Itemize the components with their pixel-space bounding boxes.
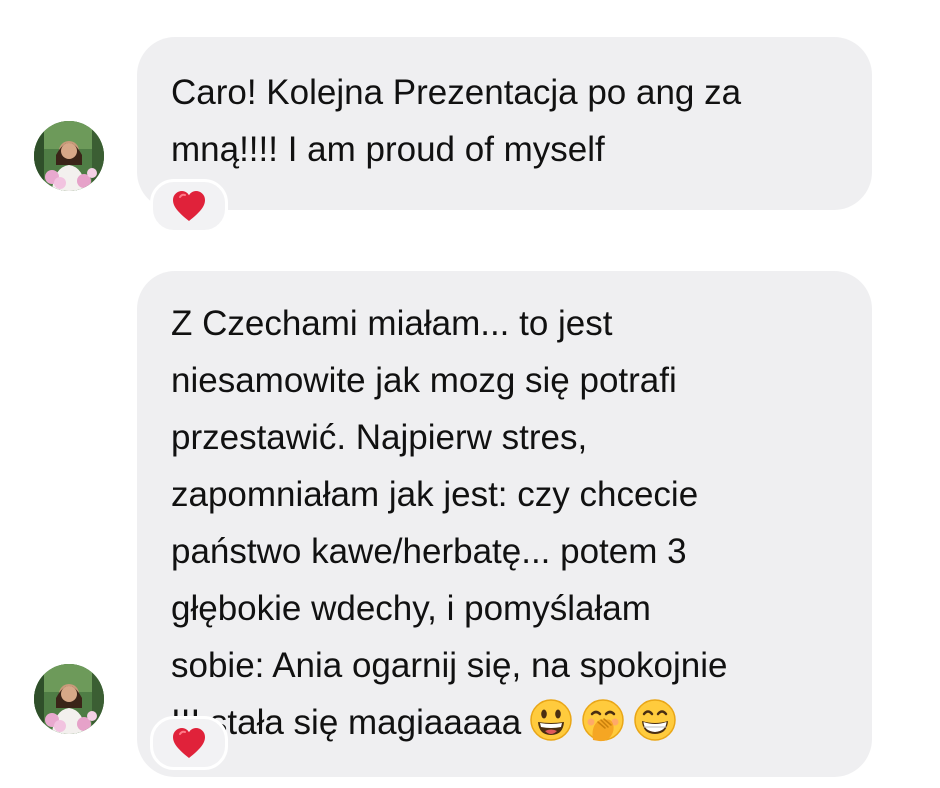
heart-icon (173, 191, 205, 221)
message-text-line: niesamowite jak mozg się potrafi (171, 361, 677, 400)
message-text-line: zapomniałam jak jest: czy chcecie (171, 475, 699, 514)
message-text-line: sobie: Ania ogarnij się, na spokojnie (171, 646, 728, 685)
sender-avatar[interactable] (34, 121, 104, 191)
message-text-line: przestawić. Najpierw stres, (171, 418, 588, 457)
message-text-line: głębokie wdechy, i pomyślałam (171, 589, 651, 628)
message-bubble[interactable]: Caro! Kolejna Prezentacja po ang za mną!… (137, 37, 872, 210)
message-bubble[interactable]: Z Czechami miałam... to jest niesamowite… (137, 271, 872, 777)
message-text-line: Z Czechami miałam... to jest (171, 304, 613, 343)
grinning-face-big-eyes-icon (530, 699, 572, 741)
reaction-badge[interactable] (150, 179, 228, 233)
reaction-badge[interactable] (150, 716, 228, 770)
message-text-line: mną!!!! I am proud of myself (171, 130, 605, 169)
beaming-face-icon (634, 699, 676, 741)
sender-avatar[interactable] (34, 664, 104, 734)
message-text-line-with-emoji: III stała się magiaaaaa (171, 694, 838, 751)
message-text-line: państwo kawe/herbatę... potem 3 (171, 532, 687, 571)
heart-icon (173, 728, 205, 758)
message-text-line: Caro! Kolejna Prezentacja po ang za (171, 73, 742, 112)
face-with-hand-over-mouth-icon (582, 699, 624, 742)
